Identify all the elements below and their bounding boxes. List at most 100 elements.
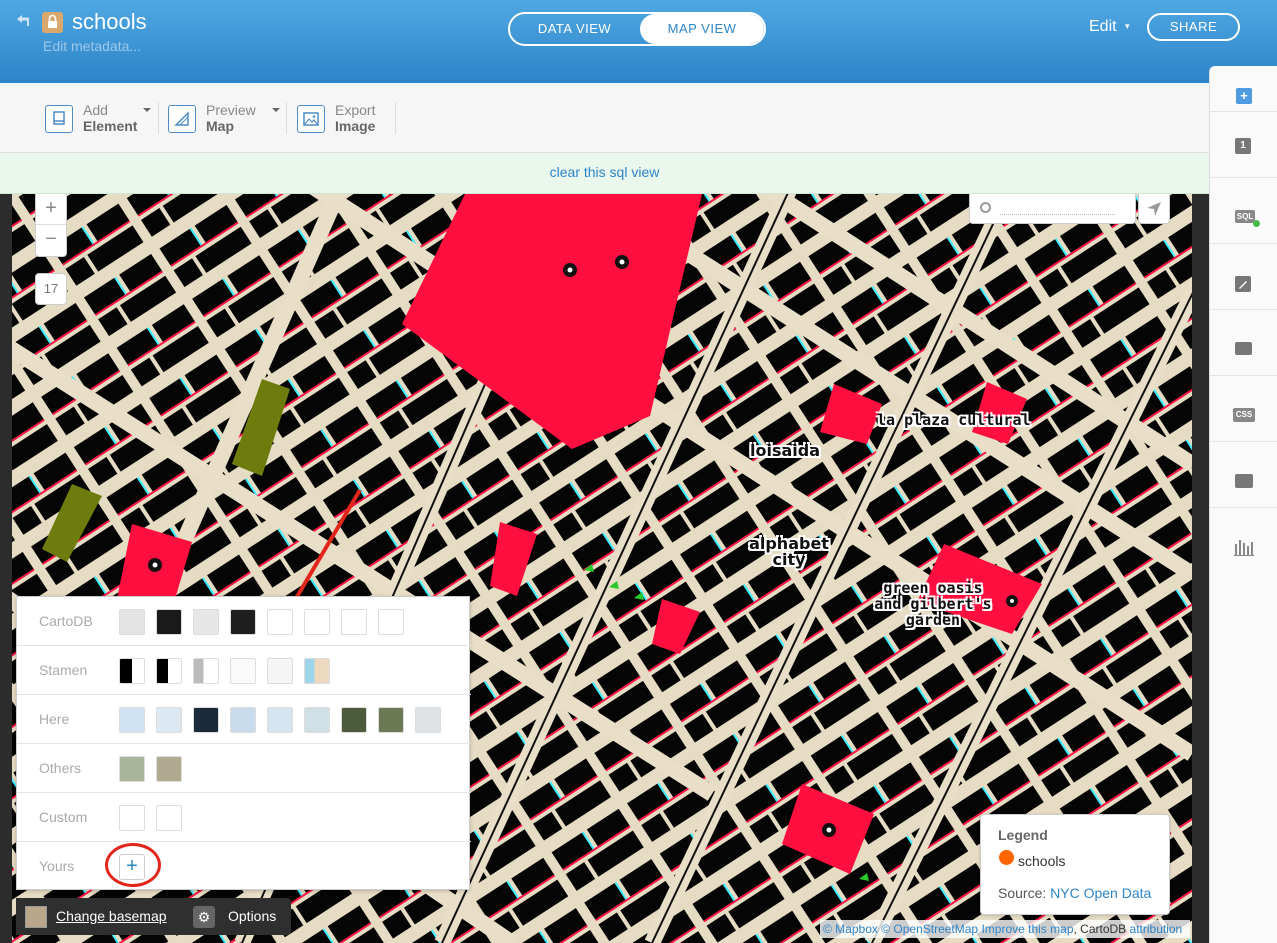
basemap-row-label: Others [39,760,82,776]
basemap-thumb[interactable] [156,707,182,733]
change-basemap-button[interactable]: Change basemap [56,908,167,924]
edit-menu[interactable]: Edit ▾ [1089,18,1130,36]
chevron-down-icon [143,108,151,112]
edit-menu-label: Edit [1089,18,1117,35]
openstreetmap-link[interactable]: © OpenStreetMap [881,922,978,936]
map-label-line: green oasis [883,579,983,597]
map-search-input[interactable] [969,194,1136,224]
edit-metadata-link[interactable]: Edit metadata... [43,38,141,54]
basemap-bar: Change basemap ⚙ Options [16,898,291,935]
basemap-row-here: Here [17,695,471,744]
options-button[interactable]: Options [228,908,276,924]
search-icon [980,202,991,213]
basemap-thumb[interactable] [119,805,145,831]
basemap-thumb[interactable] [193,609,219,635]
divider [286,102,287,134]
preview-map-button[interactable]: Preview Map [168,100,283,140]
status-dot-icon [1253,220,1260,227]
dataset-title[interactable]: schools [72,9,147,35]
legend-icon [1235,474,1253,488]
basemap-thumb[interactable] [341,707,367,733]
map-label-loisaida: loisaida [750,441,821,460]
legend-title: Legend [998,827,1048,843]
cartodb-text: , CartoDB [1073,922,1127,936]
zoom-level-indicator: 17 [35,273,67,305]
add-element-label-bold: Element [83,118,138,134]
basemap-row-label: Stamen [39,662,88,678]
map-label-line: and gilbert's [874,595,992,613]
back-arrow-icon[interactable] [14,12,34,32]
legend-swatch [999,850,1014,865]
basemap-thumb[interactable] [193,658,219,684]
basemap-row-label: Here [39,711,70,727]
basemap-thumb[interactable] [267,609,293,635]
basemap-thumb[interactable] [156,609,182,635]
map-label-alphabet-city: alphabet city [734,536,844,568]
data-view-tab[interactable]: DATA VIEW [510,14,639,44]
filters-tab[interactable] [1210,508,1277,574]
add-element-button[interactable]: Add Element [45,100,155,140]
add-layer-button[interactable]: + [1210,66,1277,112]
legend-tab[interactable] [1210,442,1277,508]
layer-number-icon: 1 [1235,138,1251,154]
basemap-thumb[interactable] [119,658,145,684]
basemap-thumb[interactable] [378,707,404,733]
legend-source-link[interactable]: NYC Open Data [1050,885,1151,901]
basemap-thumb[interactable] [267,658,293,684]
basemap-thumb[interactable] [119,707,145,733]
preview-map-label: Preview [206,102,256,118]
basemap-thumb[interactable] [378,609,404,635]
css-tab[interactable]: CSS [1210,376,1277,442]
basemap-thumb[interactable] [156,756,182,782]
sql-view-notice: clear this sql view [0,153,1209,194]
basemap-chooser: CartoDB Stamen Here Others Custom Yours … [16,596,471,891]
export-image-icon [297,105,325,133]
sql-tab[interactable]: SQL [1210,178,1277,244]
basemap-row-yours: Yours + [17,842,471,891]
basemap-thumb[interactable] [156,805,182,831]
preview-map-label-bold: Map [206,118,234,134]
basemap-row-label: CartoDB [39,613,93,629]
map-attribution: © Mapbox © OpenStreetMap Improve this ma… [820,920,1190,938]
basemap-thumb[interactable] [230,658,256,684]
basemap-thumb[interactable] [193,707,219,733]
basemap-thumb[interactable] [156,658,182,684]
basemap-thumb[interactable] [119,756,145,782]
share-button[interactable]: SHARE [1147,13,1240,41]
basemap-thumb[interactable] [415,707,441,733]
basemap-thumb[interactable] [304,609,330,635]
locate-button[interactable] [1138,194,1170,224]
preview-map-icon [168,105,196,133]
search-underline [1000,214,1115,215]
improve-map-link[interactable]: Improve this map [981,922,1073,936]
basemap-thumb[interactable] [267,707,293,733]
location-arrow-icon [1147,202,1161,216]
legend-source: Source: NYC Open Data [998,885,1151,901]
zoom-control: + − [35,194,67,257]
basemap-preview-icon[interactable] [25,906,47,928]
basemap-thumb[interactable] [230,609,256,635]
css-icon: CSS [1233,408,1255,422]
infowindow-tab[interactable] [1210,310,1277,376]
basemap-thumb[interactable] [230,707,256,733]
add-element-icon [45,105,73,133]
view-toggle: DATA VIEW MAP VIEW [508,12,766,46]
basemap-thumb[interactable] [341,609,367,635]
basemap-thumb[interactable] [304,658,330,684]
add-layer-icon: + [1236,88,1252,104]
mapbox-link[interactable]: © Mapbox [823,922,878,936]
lock-icon[interactable] [42,12,63,33]
clear-sql-view-link[interactable]: clear this sql view [550,164,660,180]
wizard-tab[interactable] [1210,244,1277,310]
export-image-label: Export [335,102,376,118]
map-view-tab[interactable]: MAP VIEW [640,14,764,44]
basemap-thumb[interactable] [119,609,145,635]
basemap-thumb[interactable] [304,707,330,733]
attribution-link[interactable]: attribution [1130,922,1183,936]
gear-icon[interactable]: ⚙ [193,906,215,928]
zoom-in-button[interactable]: + [36,194,66,225]
export-image-button[interactable]: Export Image [297,100,387,140]
highlight-circle [105,843,161,887]
zoom-out-button[interactable]: − [36,225,66,256]
layer-1-tab[interactable]: 1 [1210,112,1277,178]
